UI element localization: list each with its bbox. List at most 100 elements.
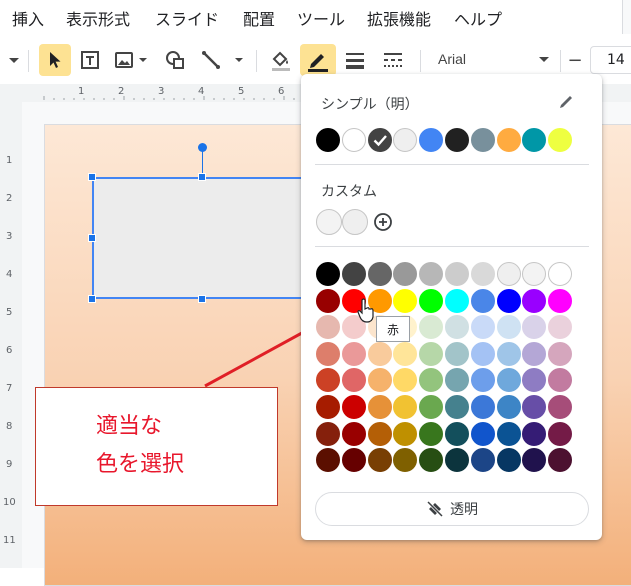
palette-color-swatch[interactable] (522, 421, 547, 446)
custom-color-swatch[interactable] (316, 209, 342, 235)
palette-color-swatch[interactable] (496, 341, 521, 366)
palette-color-swatch[interactable] (445, 448, 469, 473)
palette-color-swatch[interactable] (548, 315, 573, 340)
custom-color-swatch[interactable] (342, 209, 368, 235)
palette-color-swatch[interactable] (445, 315, 469, 340)
palette-color-swatch[interactable] (419, 315, 444, 340)
palette-color-swatch[interactable] (445, 288, 469, 313)
palette-color-swatch[interactable] (496, 288, 521, 313)
palette-color-swatch[interactable] (367, 395, 392, 419)
annotation-callout: 適当な 色を選択 (35, 387, 278, 506)
palette-color-swatch[interactable] (393, 288, 418, 313)
palette-color-swatch[interactable] (316, 262, 340, 286)
palette-custom-title: カスタム (321, 184, 377, 200)
palette-color-swatch[interactable] (316, 288, 340, 313)
palette-color-swatch[interactable] (470, 421, 495, 446)
palette-color-swatch[interactable] (316, 421, 340, 446)
palette-color-swatch[interactable] (341, 368, 366, 393)
theme-color-swatch[interactable] (470, 128, 495, 152)
theme-color-swatch[interactable] (496, 128, 521, 152)
palette-color-swatch[interactable] (522, 288, 547, 313)
palette-color-swatch[interactable] (470, 448, 495, 473)
palette-color-swatch[interactable] (548, 448, 573, 473)
transparent-label: 透明 (450, 502, 478, 518)
theme-color-swatch[interactable] (367, 128, 392, 152)
palette-color-swatch[interactable] (470, 368, 495, 393)
palette-color-swatch[interactable] (341, 341, 366, 366)
palette-color-swatch[interactable] (316, 368, 340, 393)
palette-theme-title: シンプル（明） (321, 97, 419, 113)
palette-color-swatch[interactable] (419, 341, 444, 366)
palette-color-swatch[interactable] (470, 288, 495, 313)
palette-color-swatch[interactable] (419, 448, 444, 473)
palette-color-swatch[interactable] (367, 262, 392, 286)
palette-color-swatch[interactable] (522, 315, 547, 340)
callout-line-2: 色を選択 (96, 452, 185, 477)
palette-color-swatch[interactable] (548, 368, 573, 393)
palette-color-swatch[interactable] (522, 368, 547, 393)
palette-color-swatch[interactable] (367, 368, 392, 393)
palette-color-swatch[interactable] (316, 341, 340, 366)
theme-color-swatch[interactable] (445, 128, 469, 152)
theme-color-swatch[interactable] (393, 128, 418, 152)
palette-color-swatch[interactable] (367, 421, 392, 446)
edit-pencil-icon[interactable] (558, 92, 576, 110)
palette-color-swatch[interactable] (419, 368, 444, 393)
palette-color-swatch[interactable] (470, 395, 495, 419)
palette-color-swatch[interactable] (419, 421, 444, 446)
palette-color-swatch[interactable] (393, 341, 418, 366)
no-fill-icon (426, 500, 444, 518)
palette-color-swatch[interactable] (548, 288, 573, 313)
palette-color-swatch[interactable] (316, 315, 340, 340)
palette-color-swatch[interactable] (316, 448, 340, 473)
palette-color-swatch[interactable] (367, 448, 392, 473)
palette-color-swatch[interactable] (393, 368, 418, 393)
palette-color-swatch[interactable] (470, 315, 495, 340)
palette-color-swatch[interactable] (367, 341, 392, 366)
palette-color-swatch[interactable] (522, 448, 547, 473)
palette-divider (315, 246, 589, 247)
palette-color-swatch[interactable] (496, 368, 521, 393)
palette-color-swatch[interactable] (316, 395, 340, 419)
palette-color-swatch[interactable] (548, 395, 573, 419)
palette-color-swatch[interactable] (496, 421, 521, 446)
palette-color-swatch[interactable] (341, 421, 366, 446)
palette-color-swatch[interactable] (445, 341, 469, 366)
palette-color-swatch[interactable] (445, 421, 469, 446)
palette-color-swatch[interactable] (522, 395, 547, 419)
palette-color-swatch[interactable] (548, 421, 573, 446)
palette-color-swatch[interactable] (341, 395, 366, 419)
palette-color-swatch[interactable] (496, 315, 521, 340)
theme-color-swatch[interactable] (341, 128, 366, 152)
palette-color-swatch[interactable] (445, 262, 469, 286)
theme-color-swatch[interactable] (316, 128, 340, 152)
palette-color-swatch[interactable] (496, 395, 521, 419)
palette-color-swatch[interactable] (419, 262, 444, 286)
theme-color-swatch[interactable] (522, 128, 547, 152)
palette-color-swatch[interactable] (522, 341, 547, 366)
palette-color-swatch[interactable] (393, 421, 418, 446)
palette-color-swatch[interactable] (419, 395, 444, 419)
palette-color-swatch[interactable] (496, 262, 521, 286)
palette-color-swatch[interactable] (548, 262, 573, 286)
palette-color-swatch[interactable] (341, 262, 366, 286)
palette-color-swatch[interactable] (393, 448, 418, 473)
transparent-button[interactable]: 透明 (315, 492, 589, 526)
color-tooltip: 赤 (376, 316, 410, 342)
palette-color-swatch[interactable] (470, 262, 495, 286)
palette-color-swatch[interactable] (496, 448, 521, 473)
callout-line-1: 適当な (96, 414, 163, 439)
palette-color-swatch[interactable] (393, 262, 418, 286)
theme-color-swatch[interactable] (419, 128, 444, 152)
palette-color-swatch[interactable] (445, 368, 469, 393)
palette-divider (315, 164, 589, 165)
palette-color-swatch[interactable] (470, 341, 495, 366)
palette-color-swatch[interactable] (548, 341, 573, 366)
palette-color-swatch[interactable] (419, 288, 444, 313)
palette-color-swatch[interactable] (522, 262, 547, 286)
add-custom-color-icon[interactable] (373, 212, 393, 232)
palette-color-swatch[interactable] (341, 448, 366, 473)
palette-color-swatch[interactable] (445, 395, 469, 419)
palette-color-swatch[interactable] (393, 395, 418, 419)
theme-color-swatch[interactable] (548, 128, 573, 152)
